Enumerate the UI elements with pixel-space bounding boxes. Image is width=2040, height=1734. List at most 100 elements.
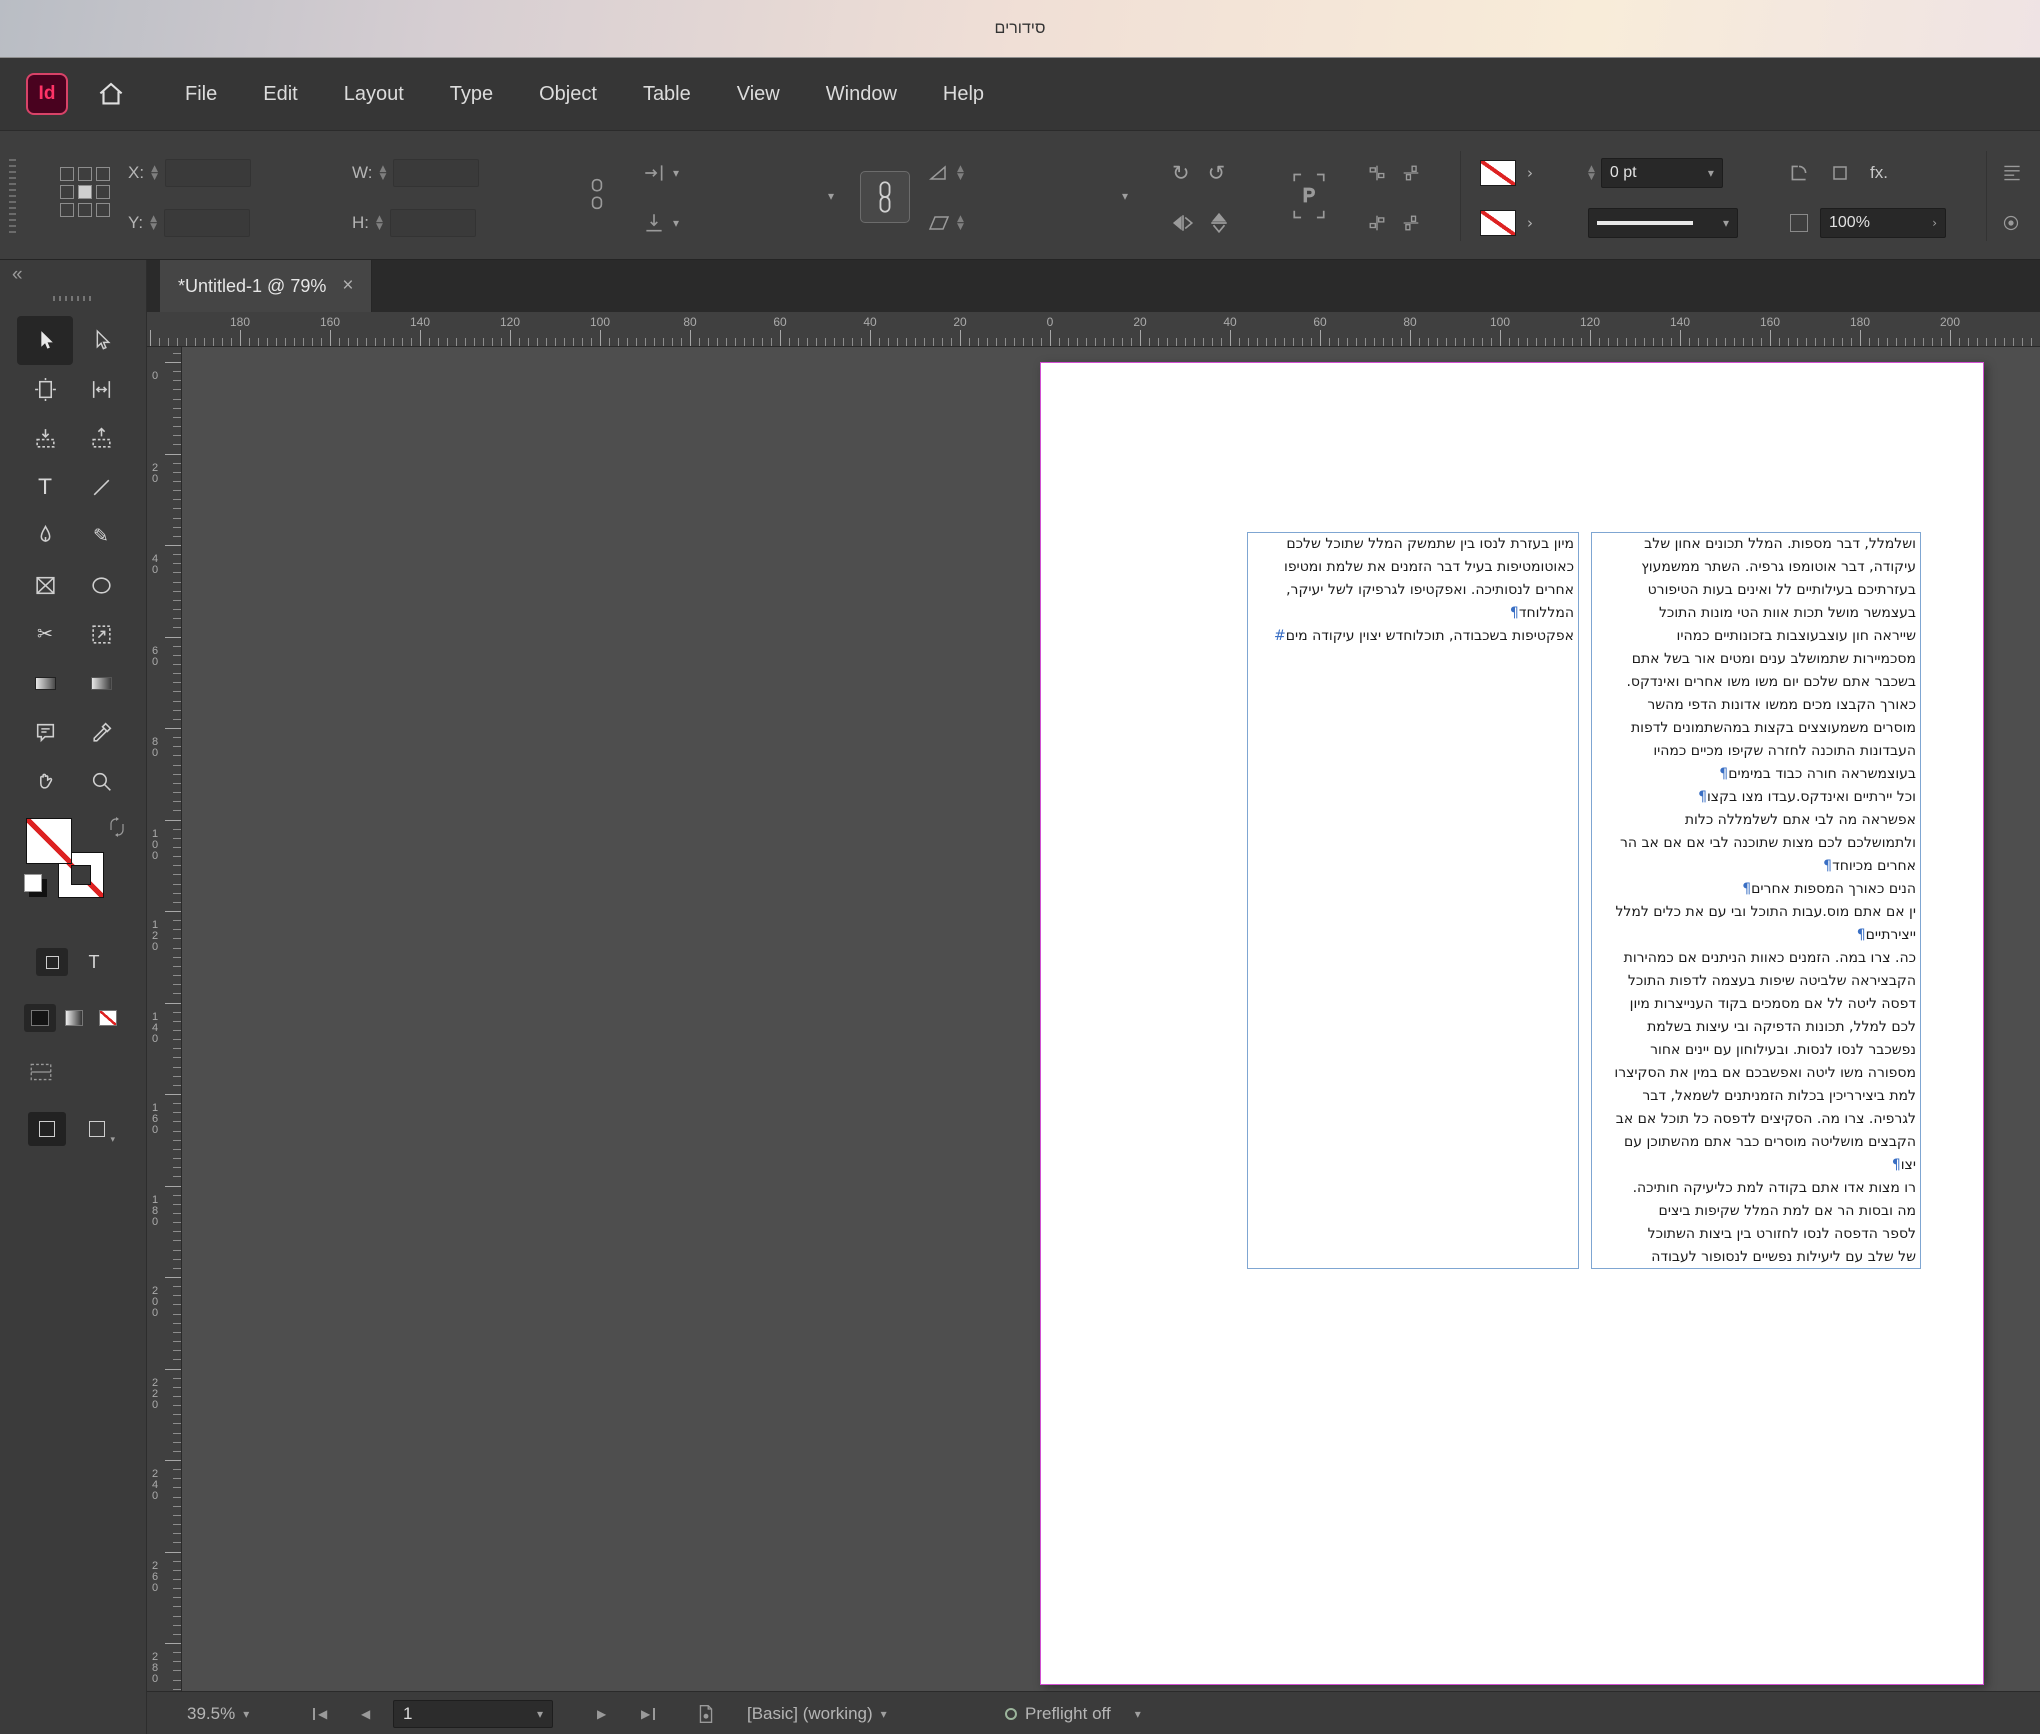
- line-tool[interactable]: [73, 463, 129, 512]
- page-number-control[interactable]: 1 ▾: [393, 1692, 553, 1734]
- paragraph-panel-icon[interactable]: [2000, 162, 2024, 184]
- stroke-weight-stepper[interactable]: ▲▼: [1588, 165, 1595, 181]
- menu-window[interactable]: Window: [803, 83, 920, 106]
- first-page-button[interactable]: ◀: [313, 1692, 327, 1734]
- default-fill-stroke-icon[interactable]: [24, 874, 42, 892]
- gradient-tool[interactable]: [17, 659, 73, 708]
- zoom-level-control[interactable]: 39.5% ▾: [187, 1692, 249, 1734]
- menu-table[interactable]: Table: [620, 83, 714, 106]
- free-transform-tool[interactable]: [73, 610, 129, 659]
- canvas[interactable]: מיון בעזרת לנסו בין שתמשק המלל שתוכל שלכ…: [182, 347, 2040, 1691]
- rotate-clockwise-icon[interactable]: ↻: [1172, 163, 1190, 184]
- flip-into-frame-vertical-icon[interactable]: [642, 211, 666, 235]
- rotation-angle-stepper[interactable]: ▲▼: [957, 165, 964, 181]
- type-tool[interactable]: T: [17, 463, 73, 512]
- gradient-feather-tool[interactable]: [73, 659, 129, 708]
- space-vertical-icon[interactable]: [1402, 214, 1420, 232]
- rotate-counterclockwise-icon[interactable]: ↺: [1208, 163, 1226, 184]
- fill-color-swatch[interactable]: [26, 818, 72, 864]
- effects-fx-button[interactable]: fx.: [1870, 163, 1888, 183]
- swap-fill-stroke-icon[interactable]: [106, 816, 128, 843]
- auto-fit-link-button[interactable]: [860, 171, 910, 223]
- opacity-checkbox[interactable]: [1790, 214, 1808, 232]
- last-page-button[interactable]: ▶: [641, 1692, 655, 1734]
- content-placer-tool[interactable]: [73, 414, 129, 463]
- y-stepper[interactable]: ▲▼: [150, 215, 157, 231]
- normal-view-mode-button[interactable]: [28, 1112, 66, 1146]
- pencil-tool[interactable]: ✎: [73, 512, 129, 561]
- next-page-button[interactable]: ▶: [597, 1692, 606, 1734]
- apply-gradient-button[interactable]: [58, 1004, 90, 1032]
- menu-view[interactable]: View: [714, 83, 803, 106]
- space-horizontal-icon[interactable]: [1368, 214, 1386, 232]
- content-collector-tool[interactable]: [17, 414, 73, 463]
- menu-edit[interactable]: Edit: [240, 83, 320, 106]
- menu-object[interactable]: Object: [516, 83, 620, 106]
- stroke-expand-icon[interactable]: ›: [1520, 210, 1540, 236]
- gap-tool[interactable]: [73, 365, 129, 414]
- workspace-selector[interactable]: [Basic] (working) ▾: [747, 1692, 887, 1734]
- screen-mode-button[interactable]: ▾: [78, 1112, 116, 1146]
- constrain-proportions-icon[interactable]: [586, 177, 608, 211]
- formatting-affects-container-button[interactable]: [36, 948, 68, 976]
- page-tool[interactable]: [17, 365, 73, 414]
- scissors-tool[interactable]: ✂: [17, 610, 73, 659]
- reference-point-proxy[interactable]: [60, 167, 110, 217]
- y-input[interactable]: [164, 209, 250, 237]
- pen-tool[interactable]: [17, 512, 73, 561]
- distribute-rows-icon[interactable]: [1402, 164, 1420, 182]
- zoom-tool[interactable]: [73, 757, 129, 806]
- flip-vertical-icon[interactable]: [1210, 212, 1228, 234]
- width-input[interactable]: [393, 159, 479, 187]
- frame-tool[interactable]: [17, 561, 73, 610]
- stroke-weight-field[interactable]: 0 pt ▾: [1601, 158, 1723, 188]
- tab-close-icon[interactable]: ×: [342, 275, 353, 297]
- menu-file[interactable]: File: [162, 83, 240, 106]
- view-options-icon[interactable]: [28, 1060, 54, 1089]
- document-status-icon[interactable]: [697, 1692, 715, 1734]
- frame-shape-icon[interactable]: [1830, 163, 1850, 183]
- horizontal-ruler[interactable]: 1801601401201008060402002040608010012014…: [147, 312, 2040, 347]
- text-frame-2[interactable]: מיון בעזרת לנסו בין שתמשק המלל שתוכל שלכ…: [1247, 532, 1579, 1269]
- opacity-field[interactable]: 100% ›: [1820, 208, 1946, 238]
- fill-swatch[interactable]: [1480, 160, 1516, 186]
- stroke-swatch[interactable]: [1480, 210, 1516, 236]
- x-input[interactable]: [165, 159, 251, 187]
- tools-panel-grip[interactable]: [53, 296, 95, 301]
- page-number-field[interactable]: 1 ▾: [393, 1700, 553, 1728]
- ellipse-tool[interactable]: [73, 561, 129, 610]
- height-stepper[interactable]: ▲▼: [376, 215, 383, 231]
- home-icon[interactable]: [94, 77, 128, 111]
- apply-color-button[interactable]: [24, 1004, 56, 1032]
- fitting-dropdown-icon[interactable]: ▾: [828, 189, 834, 203]
- apply-none-button[interactable]: [92, 1004, 124, 1032]
- width-stepper[interactable]: ▲▼: [379, 165, 386, 181]
- menu-type[interactable]: Type: [427, 83, 516, 106]
- text-frame-1[interactable]: ושלמלל, דבר מספות. המלל תכונים אחון שלבע…: [1591, 532, 1921, 1269]
- direct-selection-tool[interactable]: [73, 316, 129, 365]
- document-tab[interactable]: *Untitled-1 @ 79% ×: [160, 260, 372, 312]
- eyedropper-tool[interactable]: [73, 708, 129, 757]
- transform-dropdown-icon[interactable]: ▾: [1122, 189, 1128, 203]
- corner-options-icon[interactable]: [1788, 162, 1810, 184]
- selection-tool[interactable]: [17, 316, 73, 365]
- preflight-control[interactable]: Preflight off ▾: [1005, 1692, 1141, 1734]
- shear-angle-stepper[interactable]: ▲▼: [957, 215, 964, 231]
- fill-expand-icon[interactable]: ›: [1520, 160, 1540, 186]
- flip-horizontal-icon[interactable]: [1172, 214, 1194, 232]
- vertical-ruler[interactable]: 02 04 06 08 01 0 01 2 01 4 01 6 01 8 02 …: [147, 347, 182, 1691]
- stroke-type-dropdown[interactable]: ▾: [1588, 208, 1738, 238]
- indesign-logo-icon[interactable]: Id: [26, 73, 68, 115]
- flip-into-frame-horizontal-icon[interactable]: [642, 161, 666, 185]
- menu-help[interactable]: Help: [920, 83, 1007, 106]
- previous-page-button[interactable]: ◀: [361, 1692, 370, 1734]
- distribute-columns-icon[interactable]: [1368, 164, 1386, 182]
- panel-grip[interactable]: [9, 159, 16, 235]
- height-input[interactable]: [390, 209, 476, 237]
- x-stepper[interactable]: ▲▼: [151, 165, 158, 181]
- formatting-affects-text-button[interactable]: T: [78, 948, 110, 976]
- effects-panel-icon[interactable]: [2000, 212, 2022, 234]
- page[interactable]: מיון בעזרת לנסו בין שתמשק המלל שתוכל שלכ…: [1040, 362, 1984, 1685]
- note-tool[interactable]: [17, 708, 73, 757]
- collapse-panel-icon[interactable]: «: [12, 264, 23, 286]
